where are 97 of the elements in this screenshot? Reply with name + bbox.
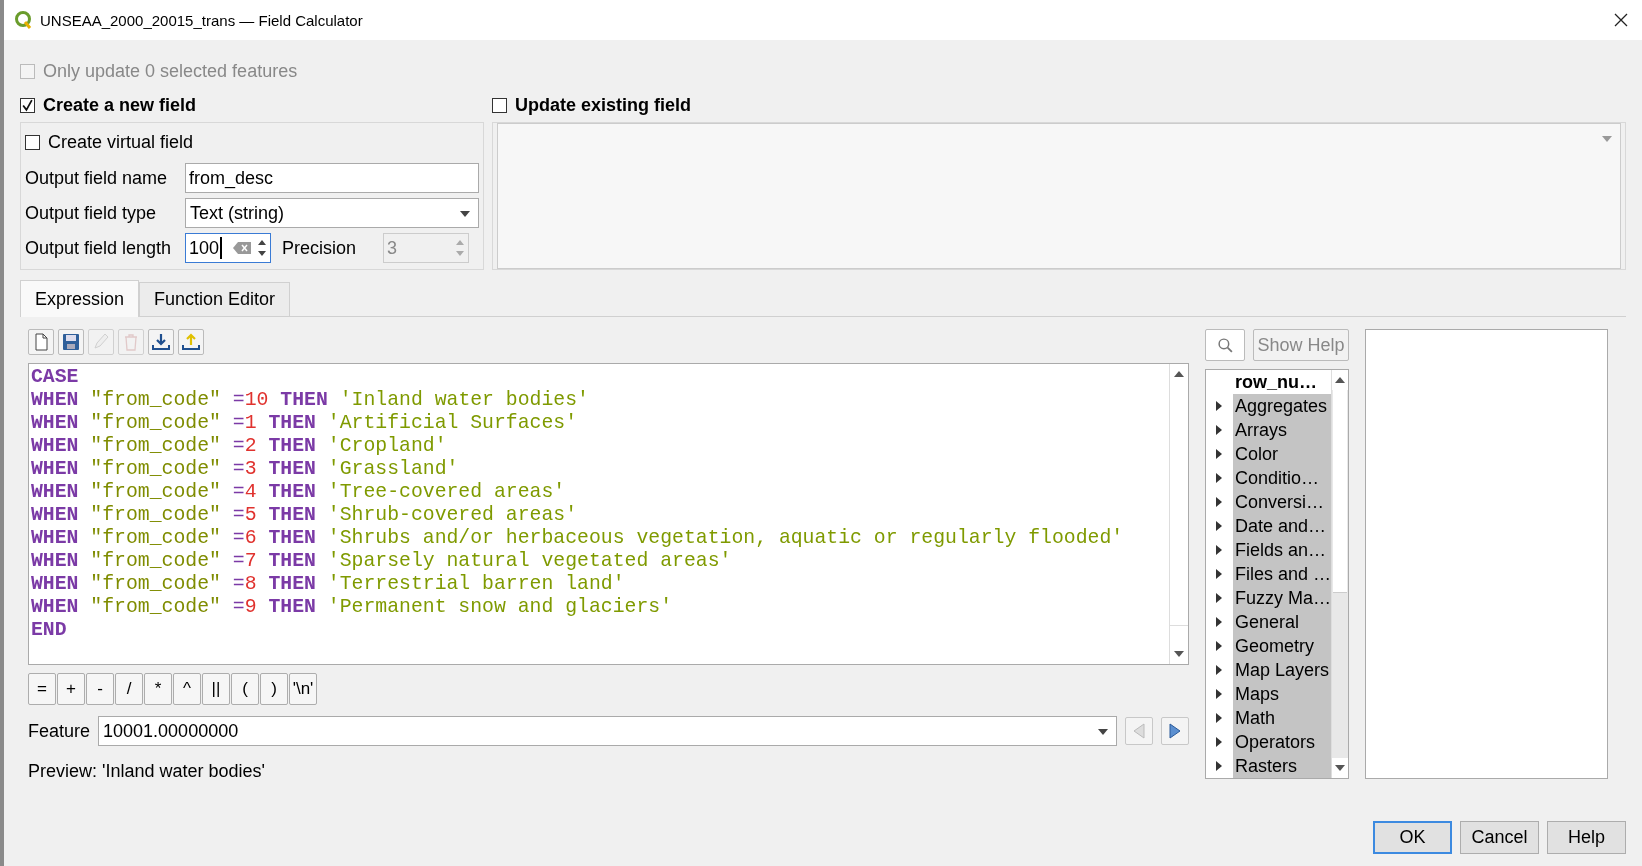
operator-button[interactable]: = bbox=[28, 673, 56, 705]
checkbox-label: Create a new field bbox=[43, 94, 197, 116]
code-line: WHEN "from_code" =9 THEN 'Permanent snow and glaciers' bbox=[31, 596, 673, 619]
expand-icon[interactable] bbox=[1215, 449, 1223, 459]
dropdown-arrow-icon bbox=[1602, 136, 1612, 142]
tree-item[interactable]: Color bbox=[1233, 442, 1332, 466]
dropdown-arrow-icon bbox=[1098, 729, 1108, 735]
field-label: Output field type bbox=[25, 202, 158, 224]
expand-icon[interactable] bbox=[1215, 521, 1223, 531]
expand-icon[interactable] bbox=[1215, 401, 1223, 411]
expand-icon[interactable] bbox=[1215, 497, 1223, 507]
expand-icon[interactable] bbox=[1215, 569, 1223, 579]
tab[interactable]: Expression bbox=[20, 280, 140, 317]
tree-item[interactable]: Arrays bbox=[1233, 418, 1332, 442]
operator-button[interactable]: * bbox=[144, 673, 172, 705]
next-icon[interactable] bbox=[1161, 717, 1189, 745]
expand-icon[interactable] bbox=[1215, 641, 1223, 651]
scroll-down-icon[interactable] bbox=[1335, 765, 1345, 771]
tree-item[interactable]: General bbox=[1233, 610, 1332, 634]
tree-item[interactable]: Date and… bbox=[1233, 514, 1332, 538]
operator-button[interactable]: '\n' bbox=[289, 673, 317, 705]
code-line: WHEN "from_code" =3 THEN 'Grassland' bbox=[31, 458, 459, 481]
upload-icon[interactable] bbox=[178, 329, 204, 355]
operator-button[interactable]: ^ bbox=[173, 673, 201, 705]
code-line: WHEN "from_code" =8 THEN 'Terrestrial barren land' bbox=[31, 573, 625, 596]
expand-icon[interactable] bbox=[1215, 761, 1223, 771]
field-label: Feature bbox=[28, 720, 91, 742]
code-editor[interactable] bbox=[28, 363, 1189, 665]
operator-button[interactable]: + bbox=[57, 673, 85, 705]
close-icon[interactable] bbox=[1614, 13, 1628, 27]
save-icon[interactable] bbox=[58, 329, 84, 355]
scrollbar[interactable] bbox=[1169, 364, 1188, 664]
search-icon bbox=[1216, 336, 1234, 354]
tree-item[interactable]: Operators bbox=[1233, 730, 1332, 754]
expand-icon[interactable] bbox=[1215, 593, 1223, 603]
download-icon[interactable] bbox=[148, 329, 174, 355]
scroll-down-icon[interactable] bbox=[1174, 651, 1184, 657]
code-line: WHEN "from_code" =1 THEN 'Artificial Surfaces' bbox=[31, 412, 578, 435]
field-label: Output field length bbox=[25, 237, 173, 259]
tree-item[interactable]: Map Layers bbox=[1233, 658, 1332, 682]
scroll-up-icon[interactable] bbox=[1335, 377, 1345, 383]
tree-item[interactable]: Geometry bbox=[1233, 634, 1332, 658]
field-label: Output field name bbox=[25, 167, 169, 189]
tree-item[interactable]: Fuzzy Ma… bbox=[1233, 586, 1332, 610]
search-button[interactable] bbox=[1205, 329, 1245, 361]
checkbox[interactable] bbox=[492, 97, 507, 113]
expand-icon[interactable] bbox=[1215, 545, 1223, 555]
operator-button[interactable]: ( bbox=[231, 673, 259, 705]
scroll-up-icon[interactable] bbox=[1174, 371, 1184, 377]
app-logo-icon bbox=[14, 10, 34, 30]
dropdown[interactable]: 10001.00000000 bbox=[98, 716, 1117, 746]
expand-icon[interactable] bbox=[1215, 617, 1223, 627]
code-line: WHEN "from_code" =2 THEN 'Cropland' bbox=[31, 435, 447, 458]
checkbox-label: Update existing field bbox=[515, 94, 692, 116]
expand-icon[interactable] bbox=[1215, 689, 1223, 699]
code-line: WHEN "from_code" =5 THEN 'Shrub-covered areas' bbox=[31, 504, 578, 527]
expand-icon[interactable] bbox=[1215, 473, 1223, 483]
tree-item[interactable]: Maps bbox=[1233, 682, 1332, 706]
code-line: WHEN "from_code" =6 THEN 'Shrubs and/or herbaceous vegetation, aquatic or regularly flooded' bbox=[31, 527, 1124, 550]
dialog-button[interactable]: Cancel bbox=[1460, 821, 1539, 854]
tree-item[interactable]: Conditio… bbox=[1233, 466, 1332, 490]
operator-button[interactable]: / bbox=[115, 673, 143, 705]
text-field[interactable]: from_desc bbox=[185, 163, 479, 193]
field-label: Precision bbox=[282, 237, 357, 259]
new-file-icon[interactable] bbox=[28, 329, 54, 355]
tree-item[interactable]: Fields an… bbox=[1233, 538, 1332, 562]
tree-item[interactable]: Rasters bbox=[1233, 754, 1332, 778]
dropdown[interactable]: Text (string) bbox=[185, 198, 479, 228]
operator-button[interactable]: - bbox=[86, 673, 114, 705]
code-line: WHEN "from_code" =10 THEN 'Inland water bodies' bbox=[31, 389, 589, 412]
code-line: CASE bbox=[31, 366, 79, 389]
checkbox[interactable] bbox=[25, 134, 40, 150]
expand-icon[interactable] bbox=[1215, 665, 1223, 675]
tree-item[interactable]: Conversi… bbox=[1233, 490, 1332, 514]
preview-text: Preview: 'Inland water bodies' bbox=[28, 761, 266, 782]
tree-item[interactable]: Files and … bbox=[1233, 562, 1332, 586]
expand-icon[interactable] bbox=[1215, 713, 1223, 723]
code-line: WHEN "from_code" =4 THEN 'Tree-covered areas' bbox=[31, 481, 566, 504]
clear-icon[interactable] bbox=[233, 242, 251, 254]
expand-icon[interactable] bbox=[1215, 425, 1223, 435]
expand-icon[interactable] bbox=[1215, 737, 1223, 747]
tab[interactable]: Function Editor bbox=[139, 282, 291, 316]
tree-item[interactable]: Aggregates bbox=[1233, 394, 1332, 418]
dialog-button[interactable]: OK bbox=[1373, 821, 1452, 854]
checkbox-label: Create virtual field bbox=[48, 131, 194, 153]
checkbox-label: Only update 0 selected features bbox=[43, 60, 298, 82]
dialog-button[interactable]: Help bbox=[1547, 821, 1626, 854]
operator-button[interactable]: || bbox=[202, 673, 230, 705]
checkbox[interactable] bbox=[20, 97, 35, 113]
spin-box[interactable]: 100 bbox=[185, 233, 271, 263]
window-title: UNSEAA_2000_20015_trans — Field Calculator bbox=[40, 11, 364, 29]
operator-button[interactable]: ) bbox=[260, 673, 288, 705]
scrollbar[interactable] bbox=[1331, 370, 1348, 778]
tree-item[interactable]: Math bbox=[1233, 706, 1332, 730]
code-line: WHEN "from_code" =7 THEN 'Sparsely natural vegetated areas' bbox=[31, 550, 732, 573]
dropdown-arrow-icon bbox=[460, 211, 470, 217]
code-line: END bbox=[31, 619, 67, 642]
